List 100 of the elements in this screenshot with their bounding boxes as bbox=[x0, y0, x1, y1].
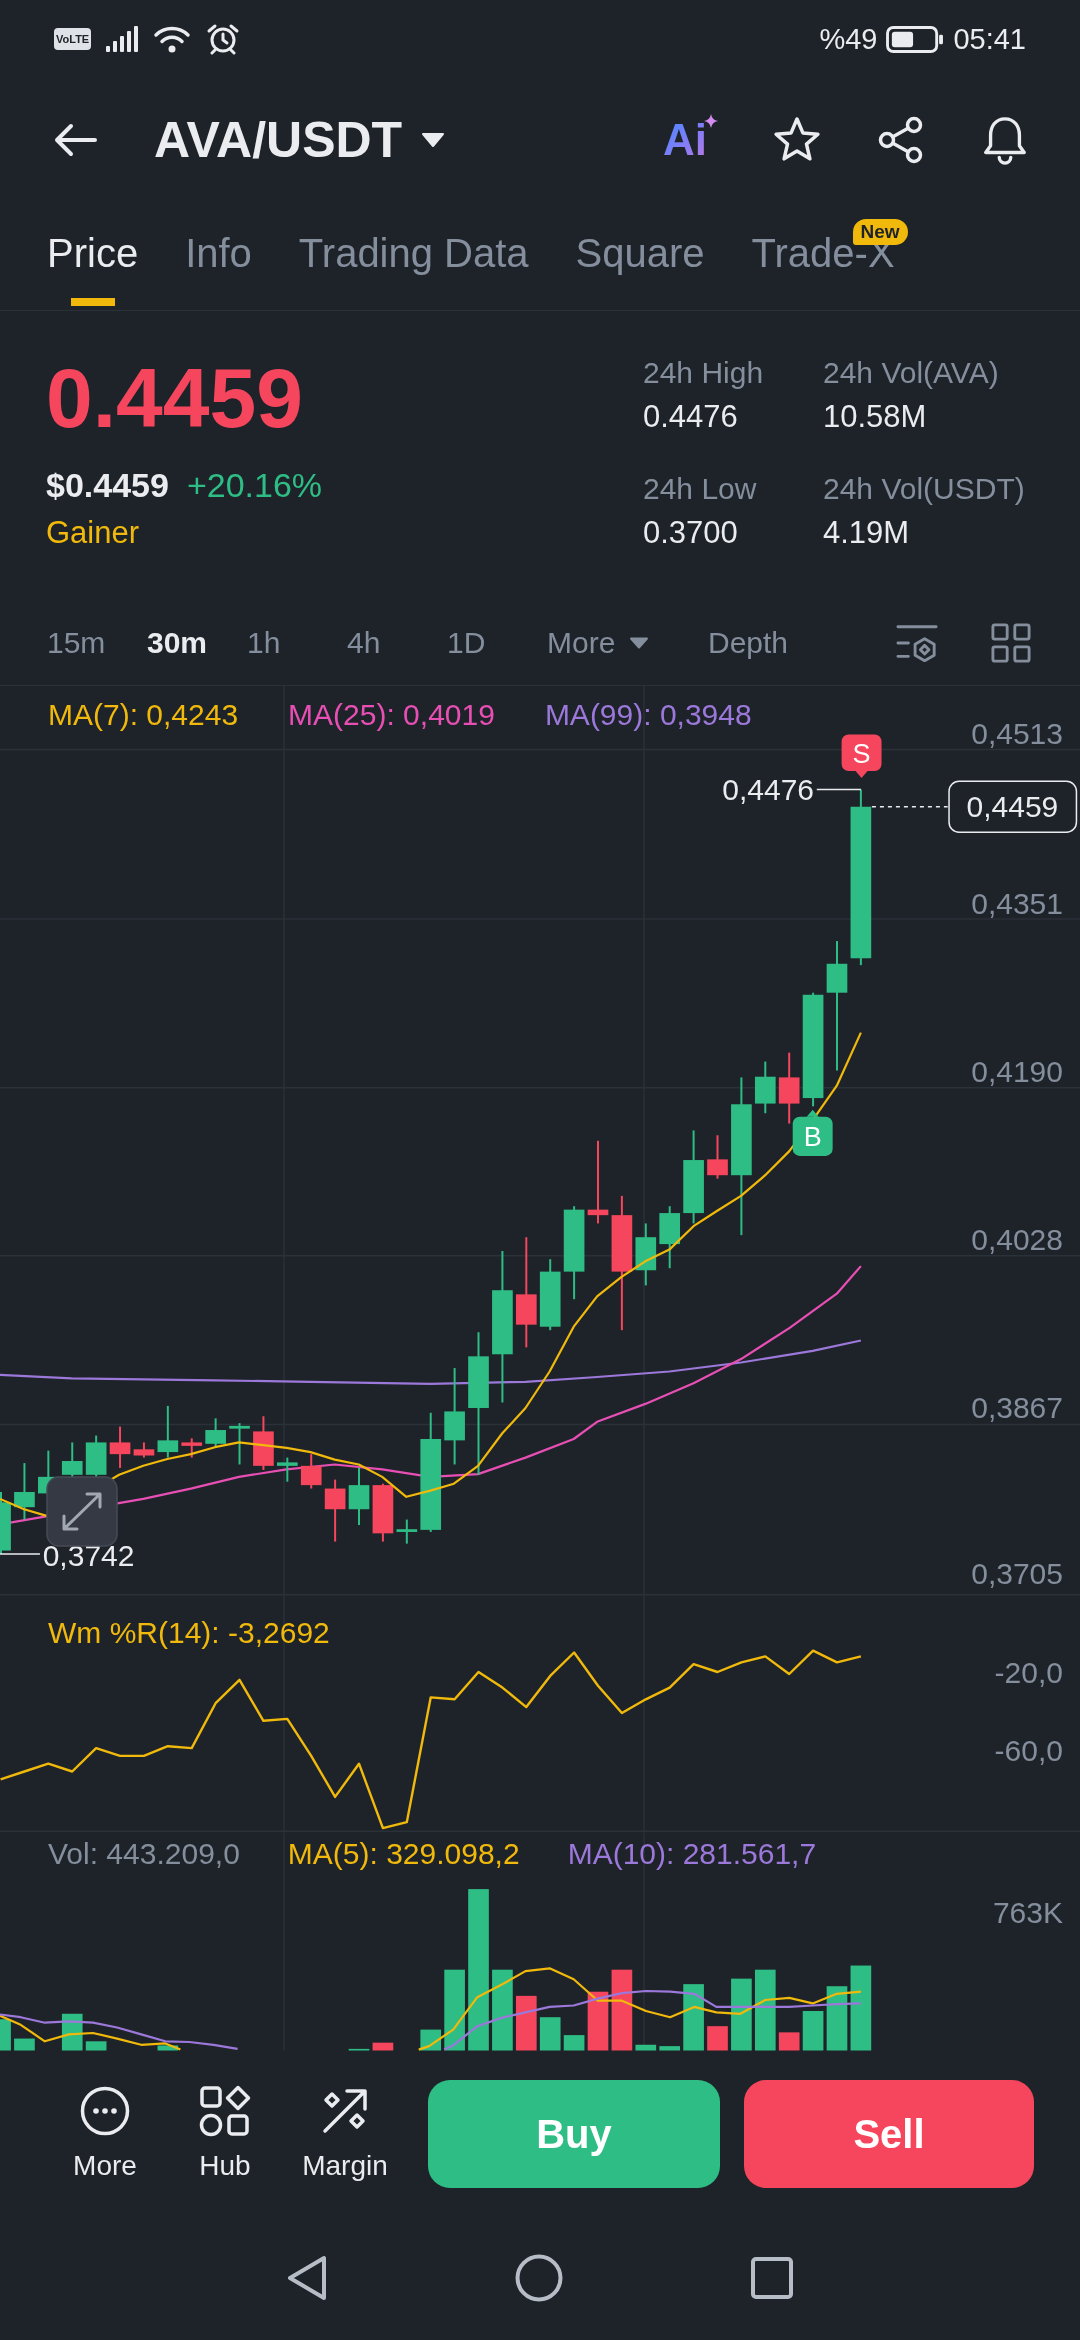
grid-icon[interactable] bbox=[990, 622, 1032, 663]
price-change: +20.16% bbox=[186, 465, 323, 506]
low-price-label: 0,3742 bbox=[42, 1538, 135, 1572]
price-axis-label: 0,4028 bbox=[971, 1223, 1063, 1257]
volume-bar bbox=[778, 2032, 800, 2051]
chart-tab[interactable]: 4h bbox=[347, 622, 381, 663]
signal-icon bbox=[105, 25, 140, 53]
buy-button[interactable]: Buy bbox=[428, 2080, 720, 2188]
volume-bar bbox=[516, 1995, 537, 2051]
wifi-icon bbox=[153, 24, 192, 54]
candlestick bbox=[133, 1441, 155, 1459]
indicator-settings-icon[interactable] bbox=[896, 622, 938, 663]
volume-legend: MA(5): 329.098,2 bbox=[287, 1835, 520, 1873]
stat-value: 10.58M bbox=[823, 398, 927, 436]
chart-tab[interactable]: 1D bbox=[447, 622, 486, 663]
chart-tab[interactable]: 15m bbox=[47, 622, 106, 663]
volume-bar bbox=[157, 2045, 179, 2051]
caret-icon bbox=[629, 636, 650, 649]
chart-tab[interactable]: Depth bbox=[708, 622, 789, 663]
stat-value: 0.3700 bbox=[643, 514, 738, 552]
sparkle-icon bbox=[704, 114, 718, 128]
indicator-axis-label: -60,0 bbox=[994, 1733, 1063, 1767]
volume-bar bbox=[14, 2038, 35, 2051]
candlestick bbox=[372, 1482, 394, 1543]
clock: 05:41 bbox=[953, 22, 1026, 57]
indicator-legend: Wm %R(14): -3,2692 bbox=[48, 1615, 330, 1651]
volume-bar bbox=[587, 1991, 609, 2051]
hub-button[interactable]: Hub bbox=[170, 2085, 280, 2183]
network-badge: VoLTE bbox=[54, 28, 92, 50]
chart-tab[interactable]: 1h bbox=[247, 622, 281, 663]
volume-bar bbox=[826, 1986, 848, 2051]
volume-bar bbox=[635, 2044, 657, 2051]
last-price: 0.4459 bbox=[46, 350, 303, 446]
candlestick bbox=[109, 1425, 131, 1469]
price-axis-label: 0,3867 bbox=[971, 1390, 1063, 1424]
price-axis-label: 0,4513 bbox=[971, 717, 1063, 751]
volume-bar bbox=[348, 2048, 370, 2051]
apps-icon bbox=[199, 2085, 251, 2137]
usd-price: $0.4459 bbox=[46, 465, 169, 506]
candlestick bbox=[181, 1437, 203, 1459]
back-icon[interactable] bbox=[286, 2255, 328, 2301]
price-axis-label: 0,3705 bbox=[971, 1556, 1063, 1590]
tab[interactable]: Square bbox=[575, 202, 705, 310]
candlestick bbox=[157, 1404, 179, 1459]
back-icon[interactable] bbox=[52, 122, 98, 158]
recent-apps-icon[interactable] bbox=[750, 2256, 794, 2300]
stat-label: 24h Vol(USDT) bbox=[823, 471, 1025, 507]
candlestick bbox=[635, 1222, 657, 1287]
price-axis-label: 0,4351 bbox=[971, 886, 1063, 920]
expand-icon[interactable] bbox=[46, 1476, 118, 1547]
tab[interactable]: Info bbox=[185, 202, 252, 310]
stat-value: 0.4476 bbox=[643, 398, 738, 436]
price-axis-label: 0,4190 bbox=[971, 1055, 1063, 1089]
leader-line bbox=[0, 1553, 41, 1555]
candlestick bbox=[14, 1462, 35, 1521]
moving-average-legend: MA(25): 0,4019 bbox=[288, 696, 495, 734]
volume-bar bbox=[0, 2019, 11, 2051]
volume-bar bbox=[683, 1984, 704, 2051]
moving-average-legend: MA(99): 0,3948 bbox=[544, 696, 752, 734]
stat-value: 4.19M bbox=[823, 514, 910, 552]
volume-bar bbox=[659, 2046, 681, 2051]
caret-icon[interactable] bbox=[420, 132, 447, 148]
stat-label: 24h Vol(AVA) bbox=[823, 355, 999, 391]
margin-button[interactable]: Margin bbox=[290, 2085, 400, 2183]
candlestick bbox=[300, 1453, 322, 1490]
battery-icon bbox=[886, 25, 945, 53]
new-badge: New bbox=[852, 219, 908, 245]
volume-bar bbox=[539, 2017, 561, 2051]
volume-bar bbox=[707, 2026, 728, 2051]
candlestick bbox=[396, 1518, 418, 1545]
tab[interactable]: Trading Data bbox=[298, 202, 529, 310]
chart-tab[interactable]: 30m bbox=[147, 622, 208, 663]
moving-average-legend: MA(7): 0,4243 bbox=[48, 696, 239, 734]
candlestick bbox=[0, 1491, 11, 1555]
dropdown-button[interactable]: More bbox=[547, 622, 650, 663]
gainer-tag: Gainer bbox=[46, 511, 140, 555]
candlestick bbox=[659, 1205, 681, 1270]
home-icon[interactable] bbox=[515, 2254, 563, 2302]
volume-legend: MA(10): 281.561,7 bbox=[567, 1835, 817, 1873]
stat-label: 24h High bbox=[643, 355, 764, 391]
tab[interactable]: Price bbox=[47, 202, 139, 310]
candlestick bbox=[205, 1417, 226, 1449]
more-icon bbox=[79, 2085, 131, 2137]
volume-legend: Vol: 443.209,0 bbox=[48, 1835, 240, 1873]
candlestick bbox=[754, 1060, 776, 1115]
candlestick bbox=[707, 1134, 728, 1180]
sell-button[interactable]: Sell bbox=[744, 2080, 1034, 2188]
candlestick bbox=[229, 1422, 250, 1466]
current-price-tag: 0,4459 bbox=[948, 780, 1078, 833]
candlestick bbox=[277, 1456, 298, 1483]
volume-bar bbox=[563, 2035, 585, 2051]
indicator-axis-label: -20,0 bbox=[994, 1655, 1063, 1689]
candlestick bbox=[324, 1478, 346, 1543]
volume-bar bbox=[372, 2042, 394, 2051]
more-button[interactable]: More bbox=[50, 2085, 160, 2183]
battery-percent: %49 bbox=[819, 22, 878, 57]
pair-title[interactable]: AVA/USDT bbox=[154, 110, 403, 170]
high-price-label: 0,4476 bbox=[722, 773, 815, 807]
volume-axis-label: 763K bbox=[992, 1896, 1063, 1929]
leader-line bbox=[816, 788, 862, 791]
